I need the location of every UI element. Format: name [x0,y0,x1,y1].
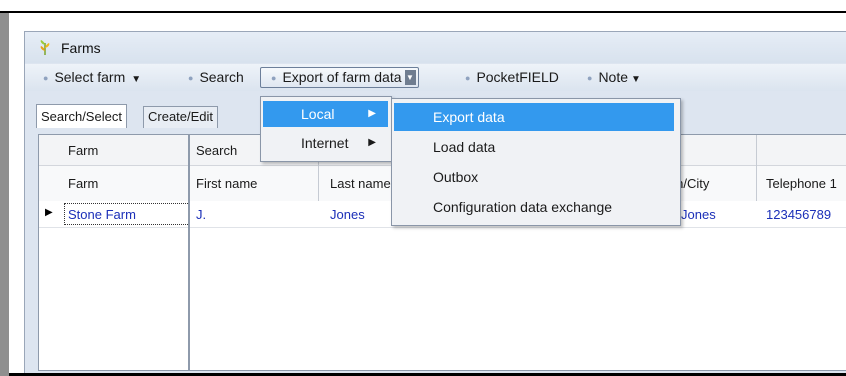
submenu-arrow-icon: ▶ [368,137,376,148]
cell-telephone[interactable]: 123456789 [766,207,831,222]
column-last-name[interactable]: Last name [330,176,391,191]
export-menu: Local ▶ Internet ▶ [260,96,392,162]
note-button[interactable]: ● Note ▼ [587,68,641,87]
submenu-arrow-icon: ▶ [368,108,376,119]
column-first-name[interactable]: First name [196,176,257,191]
bullet-icon: ● [188,73,194,83]
bullet-icon: ● [271,73,277,83]
pocketfield-button[interactable]: ● PocketFIELD [465,68,559,87]
chevron-down-icon: ▼ [131,74,142,85]
tab-create-edit[interactable]: Create/Edit [143,106,219,128]
menu-item-outbox[interactable]: Outbox [394,163,674,191]
bullet-icon: ● [43,73,49,83]
pane-divider [188,135,190,370]
menu-item-internet[interactable]: Internet ▶ [263,130,388,156]
menu-item-local[interactable]: Local ▶ [263,101,388,127]
top-border [0,11,846,13]
filter-search-label[interactable]: Search [196,143,237,158]
column-farm[interactable]: Farm [68,176,98,191]
title-bar: Farms [25,32,846,63]
toolbar: ● Select farm ▼ ● Search ● Export of farm da… [25,64,846,91]
pocketfield-label: PocketFIELD [476,69,559,85]
cell-town-city[interactable]: Jones [681,207,716,222]
menu-item-configuration-data-exchange[interactable]: Configuration data exchange [394,193,674,221]
wheat-icon [40,40,50,55]
chevron-down-icon: ▼ [631,74,641,85]
dropdown-arrow-icon[interactable]: ▼ [404,69,416,85]
filter-farm-label: Farm [68,143,99,158]
export-label: Export of farm data [282,69,402,85]
export-farm-data-button[interactable]: ● Export of farm data ▼ [260,67,419,88]
cell-last-name[interactable]: Jones [330,207,365,222]
bullet-icon: ● [587,73,593,83]
cell-first-name[interactable]: J. [196,207,206,222]
bullet-icon: ● [465,73,471,83]
column-divider [756,135,757,201]
note-label: Note [598,69,629,85]
select-farm-button[interactable]: ● Select farm ▼ [43,68,141,87]
column-telephone-1[interactable]: Telephone 1 [766,176,837,191]
left-border [0,13,9,376]
row-pointer-icon: ▶ [45,207,53,218]
cell-farm[interactable]: Stone Farm [68,207,136,222]
select-farm-label: Select farm [54,69,126,85]
menu-item-export-data[interactable]: Export data [394,103,674,131]
local-submenu: Export data Load data Outbox Configurati… [391,98,681,226]
menu-item-local-label: Local [301,106,335,122]
search-button[interactable]: ● Search [188,68,244,87]
search-label: Search [199,69,244,85]
menu-item-load-data[interactable]: Load data [394,133,674,161]
tab-search-select[interactable]: Search/Select [36,104,127,128]
window-title: Farms [61,40,101,56]
menu-item-internet-label: Internet [301,135,349,151]
